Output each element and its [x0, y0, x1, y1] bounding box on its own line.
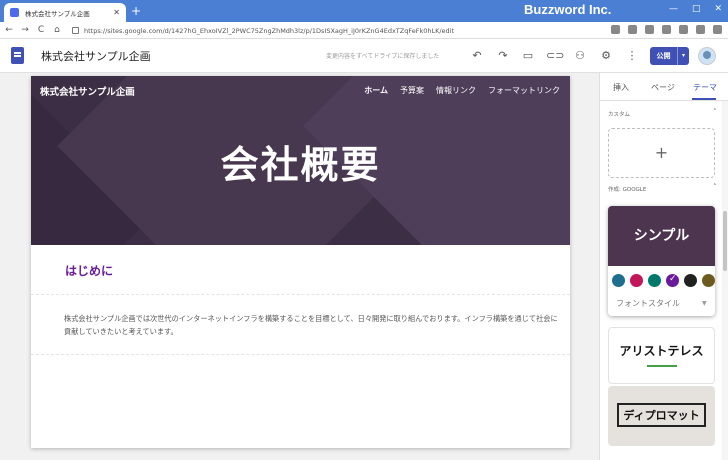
menu-icon[interactable] — [713, 25, 722, 34]
sites-toolbar: 株式会社サンプル企画 変更内容をすべてドライブに保存しました ↶ ↷ ▭ ⊂⊃ … — [0, 39, 728, 73]
profile-icon[interactable] — [696, 25, 705, 34]
nav-item-info-links[interactable]: 情報リンク — [436, 85, 476, 96]
section-heading[interactable]: はじめに — [65, 262, 113, 279]
extension-icon[interactable] — [645, 25, 654, 34]
back-icon[interactable]: ← — [2, 25, 16, 35]
site-page: 株式会社サンプル企画 ホーム 予算案 情報リンク フォーマットリンク 会社概要 … — [31, 76, 570, 448]
scrollbar-thumb[interactable] — [723, 211, 727, 271]
share-with-others-icon[interactable]: ⚇ — [573, 49, 587, 63]
gear-icon[interactable]: ⚙ — [599, 49, 613, 63]
color-swatches — [608, 266, 715, 287]
url-text: https://sites.google.com/d/1427hG_EhxoIV… — [84, 26, 455, 35]
theme-card-diplomat[interactable]: ディプロマット — [608, 386, 715, 446]
page-title[interactable]: 会社概要 — [31, 134, 570, 189]
new-tab-button[interactable]: + — [131, 4, 141, 18]
share-icon[interactable] — [611, 25, 620, 34]
sidebar-icon[interactable] — [679, 25, 688, 34]
color-swatch[interactable] — [702, 274, 715, 287]
nav-item-budget[interactable]: 予算案 — [400, 85, 424, 96]
brand-watermark: Buzzword Inc. — [524, 2, 612, 17]
theme-card-simple[interactable]: シンプル フォントスタイル ▼ — [608, 206, 715, 316]
link-icon[interactable]: ⊂⊃ — [546, 49, 564, 63]
avatar[interactable] — [698, 47, 716, 65]
sites-favicon-icon — [10, 8, 19, 17]
color-swatch-selected[interactable] — [666, 274, 679, 287]
maximize-button[interactable]: □ — [692, 4, 701, 14]
panel-scrollbar[interactable] — [722, 101, 728, 460]
color-swatch[interactable] — [684, 274, 697, 287]
home-icon[interactable]: ⌂ — [50, 25, 64, 35]
browser-tab-bar: 株式会社サンプル企画 ✕ + Buzzword Inc. — □ ✕ — [0, 0, 728, 22]
editor-canvas: 株式会社サンプル企画 ホーム 予算案 情報リンク フォーマットリンク 会社概要 … — [0, 73, 599, 460]
address-bar: ← → C ⌂ https://sites.google.com/d/1427h… — [0, 22, 728, 39]
theme-name: シンプル — [608, 206, 715, 266]
publish-label[interactable]: 公開 — [650, 47, 677, 65]
hero-banner[interactable]: 株式会社サンプル企画 ホーム 予算案 情報リンク フォーマットリンク 会社概要 — [31, 76, 570, 245]
active-tab-indicator — [692, 98, 716, 100]
reload-icon[interactable]: C — [34, 25, 48, 35]
chevron-down-icon[interactable]: ▼ — [702, 300, 707, 307]
right-panel: 挿入 ページ テーマ カスタム ˄ + 作成: GOOGLE ˄ シンプル フォ… — [599, 73, 728, 460]
sites-logo-icon[interactable] — [11, 47, 24, 64]
site-name[interactable]: 株式会社サンプル企画 — [41, 48, 151, 64]
close-window-button[interactable]: ✕ — [714, 4, 722, 14]
theme-name: ディプロマット — [617, 403, 706, 427]
color-swatch[interactable] — [612, 274, 625, 287]
section-divider — [31, 294, 570, 295]
publish-dropdown-icon[interactable]: ▾ — [677, 47, 689, 65]
font-style-dropdown[interactable]: フォントスタイル — [616, 298, 708, 309]
add-custom-theme-button[interactable]: + — [608, 128, 715, 178]
custom-section-label: カスタム — [608, 112, 631, 118]
minimize-button[interactable]: — — [669, 4, 678, 14]
nav-item-format-links[interactable]: フォーマットリンク — [488, 85, 560, 96]
page-site-title[interactable]: 株式会社サンプル企画 — [40, 84, 135, 98]
redo-icon[interactable]: ↷ — [496, 49, 510, 63]
chevron-up-icon[interactable]: ˄ — [713, 108, 717, 116]
section-divider — [31, 354, 570, 355]
more-options-icon[interactable]: ⋮ — [625, 49, 639, 63]
url-field[interactable]: https://sites.google.com/d/1427hG_EhxoIV… — [72, 24, 612, 37]
google-section-label: 作成: GOOGLE — [608, 187, 647, 193]
lock-icon — [72, 27, 79, 34]
tab-pages[interactable]: ページ — [651, 82, 675, 93]
preview-icon[interactable]: ▭ — [521, 49, 535, 63]
theme-card-aristotle[interactable]: アリストテレス — [608, 327, 715, 384]
tab-title: 株式会社サンプル企画 — [25, 9, 90, 18]
theme-accent-line — [646, 365, 677, 367]
extension-icons — [611, 25, 722, 34]
browser-tab[interactable]: 株式会社サンプル企画 ✕ — [4, 3, 126, 22]
panel-tabs: 挿入 ページ テーマ — [600, 73, 728, 101]
color-swatch[interactable] — [630, 274, 643, 287]
publish-button[interactable]: 公開 ▾ — [650, 47, 689, 65]
tab-insert[interactable]: 挿入 — [613, 82, 629, 93]
forward-icon[interactable]: → — [18, 25, 32, 35]
theme-name: アリストテレス — [619, 344, 704, 358]
color-swatch[interactable] — [648, 274, 661, 287]
window-controls: — □ ✕ — [669, 4, 722, 14]
body-paragraph[interactable]: 株式会社サンプル企画では次世代のインターネットインフラを構築することを目標として… — [64, 312, 564, 338]
tab-themes[interactable]: テーマ — [693, 82, 717, 93]
nav-item-home[interactable]: ホーム — [364, 85, 388, 96]
save-status: 変更内容をすべてドライブに保存しました — [326, 53, 440, 60]
puzzle-icon[interactable] — [662, 25, 671, 34]
close-tab-icon[interactable]: ✕ — [113, 8, 120, 17]
undo-icon[interactable]: ↶ — [470, 49, 484, 63]
star-icon[interactable] — [628, 25, 637, 34]
site-navigation: ホーム 予算案 情報リンク フォーマットリンク — [364, 85, 560, 96]
chevron-up-icon[interactable]: ˄ — [713, 183, 717, 191]
